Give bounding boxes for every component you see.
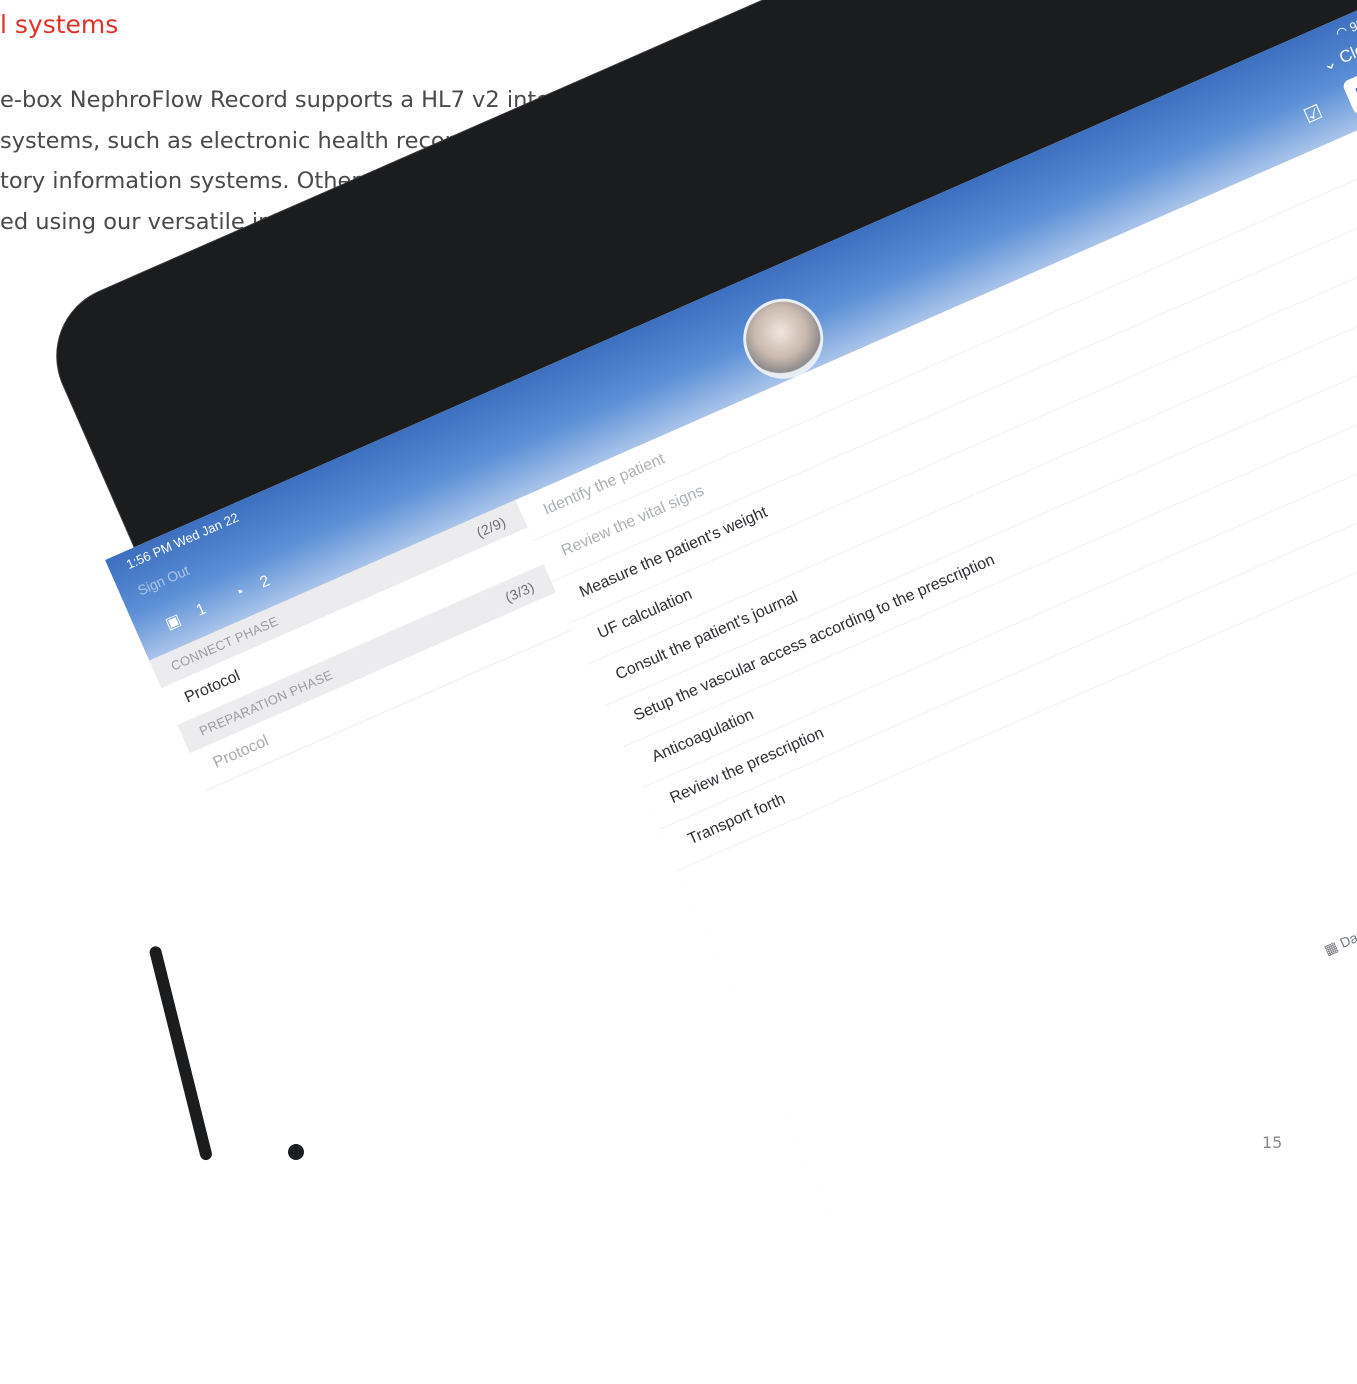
page-number: 15: [1262, 1133, 1283, 1152]
device-side-bar: [148, 945, 214, 1162]
document-count: 1: [193, 600, 209, 620]
document-counter[interactable]: ▣ 1: [163, 595, 222, 633]
flame-icon: ◔: [231, 583, 248, 603]
header-actions: ☑ ▤: [1275, 68, 1357, 145]
day-overview-label: Day overview: [1337, 903, 1357, 952]
checklist-icon[interactable]: ☑: [1290, 91, 1337, 138]
alert-counter[interactable]: ◔ 2: [232, 567, 286, 603]
device-side-dot: [288, 1144, 304, 1160]
section-heading: l systems: [0, 10, 119, 39]
alert-count: 2: [257, 572, 273, 592]
clipboard-alert-icon: ▣: [163, 611, 184, 634]
patient-badge-icon[interactable]: ▤: [1341, 68, 1357, 116]
day-overview-button[interactable]: ▦ Day overview: [1322, 903, 1357, 959]
